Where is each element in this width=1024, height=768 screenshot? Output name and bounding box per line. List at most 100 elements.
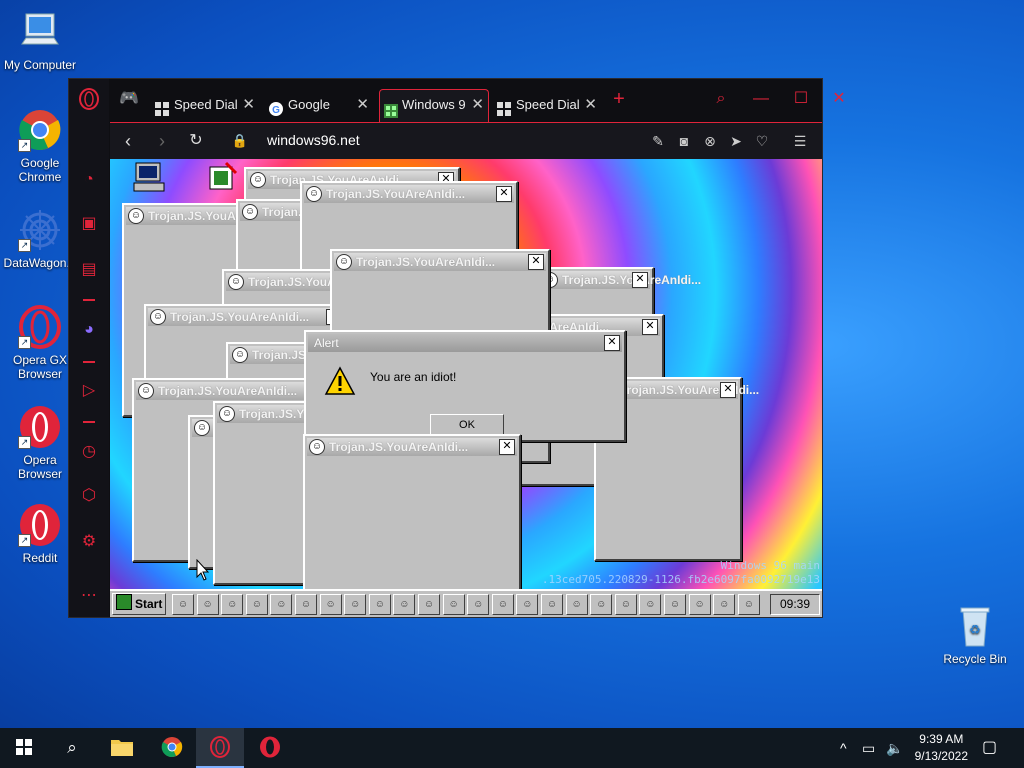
window-titlebar[interactable]: ☺Trojan.JS.YouAreAnIdi...✕ — [334, 253, 546, 271]
gamepad-icon[interactable]: 🎮 — [117, 87, 141, 111]
close-icon[interactable]: ✕ — [642, 319, 658, 335]
close-icon[interactable]: ✕ — [499, 439, 515, 455]
w96-task-button[interactable]: ☺ — [319, 594, 342, 615]
opera-icon[interactable] — [246, 728, 294, 768]
close-tab-icon[interactable]: ✕ — [471, 90, 484, 120]
close-tab-icon[interactable]: ✕ — [242, 91, 255, 119]
w96-task-button[interactable]: ☺ — [196, 594, 219, 615]
window-titlebar[interactable]: ☺Trojan.JS.YouAreAnIdi...✕ — [136, 382, 332, 400]
trojan-window[interactable]: ☺ Trojan.JS.YouAreAnIdi... ✕ — [303, 434, 521, 598]
tab-speed-dial-2[interactable]: Speed Dial ✕ — [497, 91, 597, 119]
window-title: Trojan.JS.YouAreAnIdi... — [158, 384, 298, 398]
easy-setup-icon[interactable]: ☰ — [790, 131, 810, 151]
close-icon[interactable]: ✕ — [604, 335, 620, 351]
twitch-icon[interactable]: ▤ — [78, 259, 100, 281]
player-icon[interactable]: ▷ — [78, 380, 100, 402]
w96-task-button[interactable]: ☺ — [541, 594, 563, 615]
w96-task-button[interactable]: ☺ — [245, 594, 268, 615]
smiley-icon: ☺ — [150, 309, 166, 325]
network-icon[interactable]: ▭ — [862, 738, 875, 758]
smiley-icon: ☺ — [250, 172, 266, 188]
volume-icon[interactable]: 🔈 — [886, 738, 903, 758]
w96-task-button[interactable]: ☺ — [172, 594, 194, 615]
window-titlebar[interactable]: Alert ✕ — [308, 334, 622, 352]
w96-task-button[interactable]: ☺ — [442, 594, 465, 615]
w96-task-button[interactable]: ☺ — [344, 594, 367, 615]
desktop-icon-my-computer[interactable]: My Computer — [0, 10, 80, 72]
opera-gx-logo-icon[interactable] — [78, 88, 100, 110]
close-icon[interactable]: ✕ — [632, 272, 648, 288]
alert-dialog[interactable]: Alert ✕ You are an idiot! OK — [304, 330, 626, 442]
minimize-icon[interactable]: — — [749, 87, 773, 111]
close-window-icon[interactable]: ✕ — [827, 87, 851, 111]
notification-icon[interactable]: ▢ — [982, 738, 997, 758]
taskbar-clock[interactable]: 9:39 AM 9/13/2022 — [915, 731, 968, 765]
window-titlebar[interactable]: ☺Trojan.JS.YouAreAnIdi...✕ — [540, 271, 701, 289]
windows-start-icon[interactable] — [0, 728, 48, 768]
close-icon[interactable]: ✕ — [496, 186, 512, 202]
tab-bar: 🎮 Speed Dial ✕ G Google ✕ Windows 9 ✕ Sp… — [109, 79, 846, 122]
window-title: Alert — [314, 336, 339, 350]
maximize-icon[interactable]: ☐ — [789, 87, 813, 111]
window-titlebar[interactable]: ☺Trojan.JS.YouAreAnIdi...✕ — [307, 438, 517, 456]
w96-task-button[interactable]: ☺ — [221, 594, 244, 615]
close-tab-icon[interactable]: ✕ — [356, 91, 369, 119]
w96-task-button[interactable]: ☺ — [418, 594, 440, 615]
w96-task-button[interactable]: ☺ — [393, 594, 416, 615]
reload-icon[interactable]: ↻ — [184, 129, 208, 153]
w96-computer-icon[interactable] — [132, 161, 166, 193]
w96-task-button[interactable]: ☺ — [516, 594, 539, 615]
close-icon[interactable]: ✕ — [720, 382, 736, 398]
new-tab-button[interactable]: + — [607, 87, 631, 111]
tab-google[interactable]: G Google ✕ — [269, 91, 369, 119]
history-icon[interactable]: ◷ — [78, 441, 100, 463]
web-page-viewport[interactable]: ☺ Trojan.JS.YouAreAnIdi... ✕ ☺ Trojan.JS.Yo… — [110, 159, 822, 617]
w96-task-button[interactable]: ☺ — [368, 594, 391, 615]
desktop-icon-label: Recycle Bin — [943, 652, 1007, 666]
sidebar-divider — [83, 361, 95, 363]
w96-app-icon[interactable] — [208, 161, 238, 193]
close-icon[interactable]: ✕ — [528, 254, 544, 270]
forward-icon[interactable]: › — [150, 129, 174, 153]
search-icon[interactable]: ⌕ — [709, 87, 733, 111]
w96-task-button[interactable]: ☺ — [270, 594, 293, 615]
w96-task-button[interactable]: ☺ — [565, 594, 588, 615]
more-icon[interactable]: ⋯ — [78, 585, 100, 607]
w96-task-button[interactable]: ☺ — [737, 594, 760, 615]
back-icon[interactable]: ‹ — [116, 129, 140, 153]
chevron-up-icon[interactable]: ^ — [840, 738, 847, 758]
camera-icon[interactable]: ◙ — [674, 131, 694, 151]
close-tab-icon[interactable]: ✕ — [584, 91, 597, 119]
w96-task-button[interactable]: ☺ — [295, 594, 317, 615]
bag-icon[interactable]: ▣ — [78, 213, 100, 235]
w96-task-button[interactable]: ☺ — [713, 594, 736, 615]
messenger-icon[interactable]: ◕ — [78, 319, 100, 341]
w96-task-button[interactable]: ☺ — [590, 594, 613, 615]
tab-windows96[interactable]: Windows 9 ✕ — [379, 89, 489, 122]
desktop-icon-recycle-bin[interactable]: ♻ Recycle Bin — [935, 604, 1015, 666]
speedometer-icon[interactable]: ◔ — [78, 169, 100, 191]
w96-task-button[interactable]: ☺ — [491, 594, 514, 615]
cube-icon[interactable]: ⬡ — [78, 485, 100, 507]
window-titlebar[interactable]: ☺Trojan.JS.YouAreAnIdi...✕ — [148, 308, 344, 326]
search-icon[interactable]: ⌕ — [48, 728, 96, 768]
smiley-icon: ☺ — [336, 254, 352, 270]
w96-task-button[interactable]: ☺ — [664, 594, 686, 615]
heart-icon[interactable]: ♡ — [752, 131, 772, 151]
w96-task-button[interactable]: ☺ — [467, 594, 490, 615]
url-field[interactable]: windows96.net — [267, 132, 360, 148]
w96-task-button[interactable]: ☺ — [614, 594, 637, 615]
edit-icon[interactable]: ✎ — [648, 131, 668, 151]
window-titlebar[interactable]: ☺Trojan.JS.YouAreAnIdi...✕ — [304, 185, 514, 203]
w96-task-button[interactable]: ☺ — [688, 594, 711, 615]
opera-gx-icon[interactable] — [196, 728, 244, 768]
tab-speed-dial[interactable]: Speed Dial ✕ — [155, 91, 255, 119]
settings-icon[interactable]: ⚙ — [78, 531, 100, 553]
file-explorer-icon[interactable] — [98, 728, 146, 768]
send-icon[interactable]: ➤ — [726, 131, 746, 151]
chrome-icon[interactable] — [148, 728, 196, 768]
w96-start-button[interactable]: Start — [112, 593, 166, 615]
adblock-icon[interactable]: ⊗ — [700, 131, 720, 151]
w96-task-button[interactable]: ☺ — [639, 594, 662, 615]
ok-button[interactable]: OK — [430, 414, 504, 436]
